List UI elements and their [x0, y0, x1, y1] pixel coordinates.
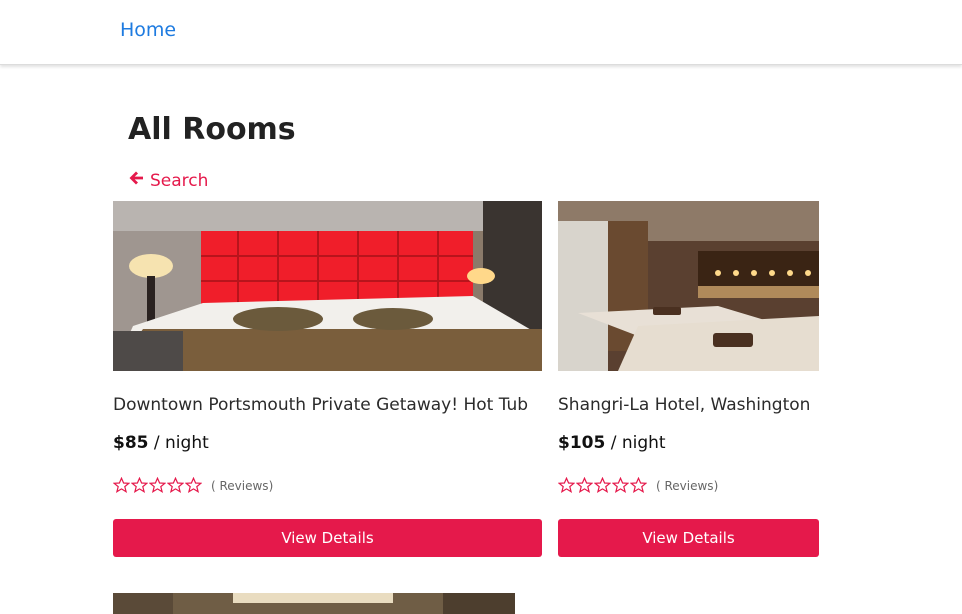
page-title: All Rooms — [128, 112, 296, 147]
star-outline-icon — [576, 477, 593, 493]
star-outline-icon — [185, 477, 202, 493]
room-image[interactable] — [558, 201, 819, 371]
star-outline-icon — [630, 477, 647, 493]
star-outline-icon — [612, 477, 629, 493]
room-price-value: $85 — [113, 433, 149, 453]
room-price: $85 / night — [113, 433, 209, 453]
star-outline-icon — [113, 477, 130, 493]
back-to-search-link[interactable]: Search — [128, 170, 208, 191]
back-link-label: Search — [150, 170, 209, 191]
room-name[interactable]: Shangri-La Hotel, Washington — [558, 395, 810, 415]
nav-home-link[interactable]: Home — [120, 19, 176, 41]
navbar: Home — [0, 0, 962, 65]
star-outline-icon — [594, 477, 611, 493]
view-details-button[interactable]: View Details — [558, 519, 819, 557]
star-outline-icon — [558, 477, 575, 493]
room-image[interactable] — [113, 201, 542, 371]
room-reviews-count: ( Reviews) — [656, 478, 719, 493]
room-price-value: $105 — [558, 433, 606, 453]
room-name[interactable]: Downtown Portsmouth Private Getaway! Hot… — [113, 395, 528, 415]
room-reviews-count: ( Reviews) — [211, 478, 274, 493]
room-price-unit: / night — [148, 433, 209, 453]
room-price-unit: / night — [605, 433, 666, 453]
room-price: $105 / night — [558, 433, 666, 453]
room-image[interactable] — [113, 593, 515, 614]
room-rating: ( Reviews) — [113, 477, 273, 494]
star-outline-icon — [167, 477, 184, 493]
arrow-left-icon — [128, 170, 144, 191]
star-outline-icon — [131, 477, 148, 493]
view-details-button[interactable]: View Details — [113, 519, 542, 557]
rating-stars — [113, 477, 202, 494]
star-outline-icon — [149, 477, 166, 493]
room-rating: ( Reviews) — [558, 477, 718, 494]
rating-stars — [558, 477, 647, 494]
